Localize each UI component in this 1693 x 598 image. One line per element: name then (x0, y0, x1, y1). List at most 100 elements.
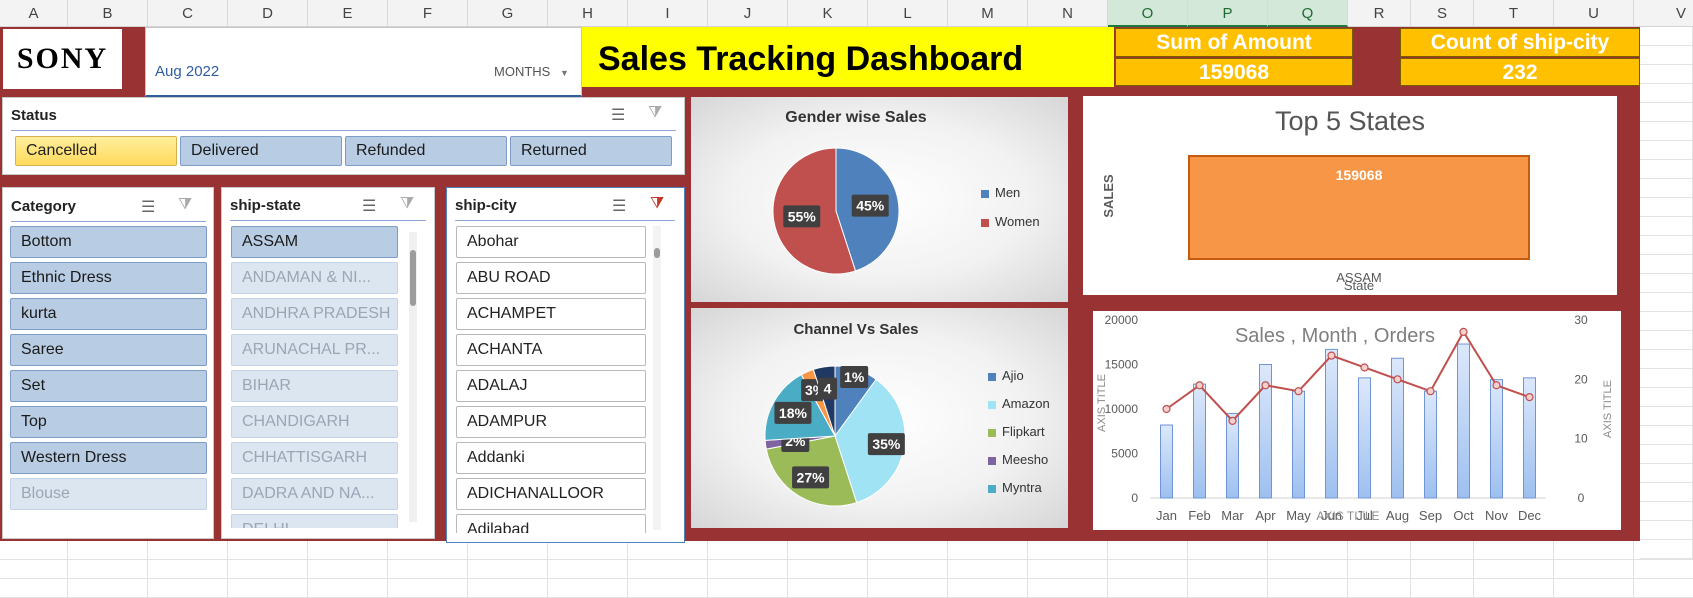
sheet-cell[interactable] (1554, 579, 1634, 598)
slicer-item[interactable]: DADRA AND NA... (231, 478, 398, 510)
slicer-item[interactable]: Returned (510, 136, 672, 166)
slicer-item[interactable]: Delivered (180, 136, 342, 166)
slicer-item[interactable]: Set (10, 370, 207, 402)
sheet-grid[interactable] (0, 541, 1693, 598)
clear-filter-icon[interactable]: ⧩ (178, 196, 192, 214)
slicer-item[interactable]: Refunded (345, 136, 507, 166)
slicer-item[interactable]: Bottom (10, 226, 207, 258)
sheet-cell[interactable] (1474, 541, 1554, 560)
column-header-m[interactable]: M (948, 0, 1028, 27)
sheet-cell[interactable] (1188, 541, 1268, 560)
sheet-cell[interactable] (548, 541, 628, 560)
column-header-n[interactable]: N (1028, 0, 1108, 27)
sheet-cell[interactable] (1554, 541, 1634, 560)
state-scroll-thumb[interactable] (410, 250, 416, 306)
sheet-cell[interactable] (1474, 579, 1554, 598)
sheet-cell[interactable] (948, 541, 1028, 560)
sheet-cell[interactable] (228, 560, 308, 579)
multi-select-icon[interactable]: ☰ (611, 105, 625, 125)
sheet-cell[interactable] (68, 541, 148, 560)
slicer-item[interactable]: Abohar (456, 226, 646, 258)
state-scrollbar[interactable] (409, 232, 417, 522)
sheet-cell[interactable] (308, 579, 388, 598)
slicer-item[interactable]: ADICHANALLOOR (456, 478, 646, 510)
column-header-r[interactable]: R (1348, 0, 1411, 27)
sheet-cell[interactable] (1640, 407, 1693, 426)
sheet-cell[interactable] (1474, 560, 1554, 579)
sheet-cell[interactable] (1640, 445, 1693, 464)
sheet-cell[interactable] (1640, 293, 1693, 312)
sheet-cell[interactable] (228, 579, 308, 598)
sheet-cell[interactable] (1640, 160, 1693, 179)
sheet-cell[interactable] (1640, 179, 1693, 198)
sheet-cell[interactable] (148, 541, 228, 560)
slicer-item[interactable]: Addanki (456, 442, 646, 474)
sheet-cell[interactable] (1634, 560, 1693, 579)
sheet-cell[interactable] (468, 541, 548, 560)
sheet-cell[interactable] (388, 541, 468, 560)
column-header-c[interactable]: C (148, 0, 228, 27)
timeline-unit-dropdown[interactable]: MONTHS ▼ (494, 64, 569, 79)
slicer-item[interactable]: BIHAR (231, 370, 398, 402)
sheet-cell[interactable] (1640, 521, 1693, 540)
slicer-item[interactable]: ABU ROAD (456, 262, 646, 294)
sheet-cell[interactable] (788, 541, 868, 560)
sheet-cell[interactable] (788, 560, 868, 579)
sheet-cell[interactable] (1640, 426, 1693, 445)
sheet-grid-right[interactable] (1640, 27, 1693, 559)
sheet-cell[interactable] (1268, 579, 1348, 598)
sheet-cell[interactable] (948, 560, 1028, 579)
slicer-item[interactable]: CHANDIGARH (231, 406, 398, 438)
sheet-cell[interactable] (1640, 141, 1693, 160)
month-timeline[interactable]: Aug 2022 MONTHS ▼ (145, 27, 582, 97)
slicer-item[interactable]: ADAMPUR (456, 406, 646, 438)
sheet-cell[interactable] (148, 579, 228, 598)
slicer-item[interactable]: ARUNACHAL PR... (231, 334, 398, 366)
column-header-t[interactable]: T (1474, 0, 1554, 27)
sheet-cell[interactable] (948, 579, 1028, 598)
sheet-cell[interactable] (68, 560, 148, 579)
sheet-cell[interactable] (1640, 27, 1693, 46)
sheet-cell[interactable] (868, 560, 948, 579)
sheet-cell[interactable] (708, 541, 788, 560)
column-header-s[interactable]: S (1411, 0, 1474, 27)
sheet-cell[interactable] (628, 579, 708, 598)
sheet-cell[interactable] (1348, 560, 1411, 579)
sheet-cell[interactable] (868, 541, 948, 560)
sheet-cell[interactable] (0, 541, 68, 560)
sheet-cell[interactable] (1268, 541, 1348, 560)
slicer-item[interactable]: ASSAM (231, 226, 398, 258)
city-scroll-thumb[interactable] (654, 248, 660, 258)
sheet-cell[interactable] (388, 579, 468, 598)
sheet-cell[interactable] (1268, 560, 1348, 579)
sheet-cell[interactable] (1640, 331, 1693, 350)
sheet-cell[interactable] (1640, 46, 1693, 65)
column-header-g[interactable]: G (468, 0, 548, 27)
column-header-u[interactable]: U (1554, 0, 1634, 27)
sheet-cell[interactable] (1640, 350, 1693, 369)
slicer-item[interactable]: ACHAMPET (456, 298, 646, 330)
ship-city-slicer[interactable]: ship-city ☰ ⧩ Abohar ABU ROAD ACHAMPET ACHA… (446, 187, 685, 543)
channel-chart-panel[interactable]: Channel Vs Sales 1% 35% 27% 2% 18% 3% 4 Ajio Am… (691, 308, 1068, 528)
column-header-v[interactable]: V (1634, 0, 1693, 27)
column-header-f[interactable]: F (388, 0, 468, 27)
slicer-item[interactable]: Western Dress (10, 442, 207, 474)
sheet-cell[interactable] (1634, 579, 1693, 598)
sheet-cell[interactable] (1348, 541, 1411, 560)
sheet-cell[interactable] (1411, 560, 1474, 579)
top-states-panel[interactable]: Top 5 States 159068 ASSAM State SALES (1083, 96, 1617, 295)
slicer-item[interactable]: ANDHRA PRADESH (231, 298, 398, 330)
sheet-cell[interactable] (468, 579, 548, 598)
sheet-cell[interactable] (1640, 65, 1693, 84)
sheet-cell[interactable] (1188, 560, 1268, 579)
sheet-cell[interactable] (308, 560, 388, 579)
sheet-cell[interactable] (0, 579, 68, 598)
city-scrollbar[interactable] (653, 226, 661, 530)
slicer-item[interactable]: kurta (10, 298, 207, 330)
column-header-h[interactable]: H (548, 0, 628, 27)
sheet-cell[interactable] (1108, 560, 1188, 579)
column-header-e[interactable]: E (308, 0, 388, 27)
slicer-item[interactable]: ANDAMAN & NI... (231, 262, 398, 294)
category-slicer[interactable]: Category ☰ ⧩ Bottom Ethnic Dress kurta Sare… (2, 187, 214, 539)
sheet-cell[interactable] (1348, 579, 1411, 598)
